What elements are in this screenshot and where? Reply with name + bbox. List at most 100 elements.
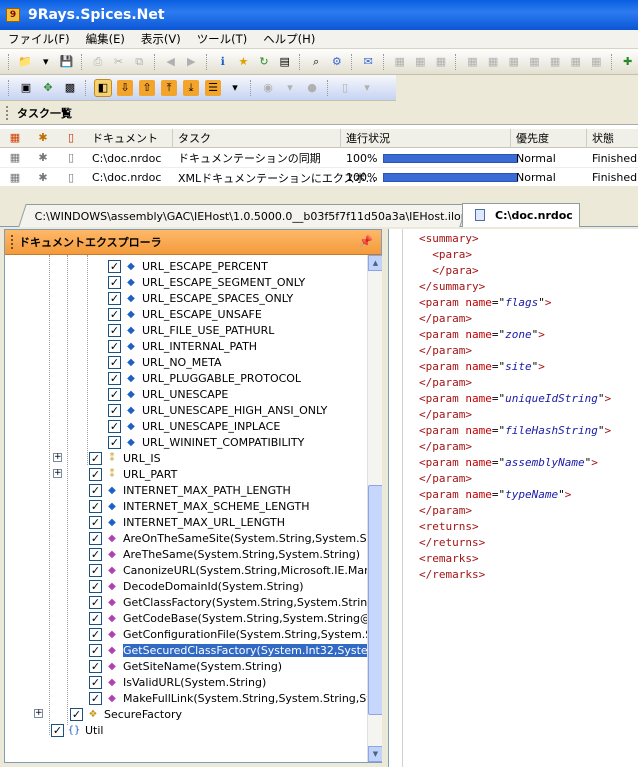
task-icon-header-2[interactable]: ✱ xyxy=(36,131,50,145)
tree-node[interactable]: ✓ ◆ URL_NO_META xyxy=(82,354,222,370)
refresh-icon[interactable]: ↻ xyxy=(257,54,272,70)
checkbox[interactable]: ✓ xyxy=(108,403,121,417)
checkbox[interactable]: ✓ xyxy=(108,339,121,353)
checkbox[interactable]: ✓ xyxy=(89,515,102,529)
tree-node[interactable]: ✓ ◆ URL_ESCAPE_PERCENT xyxy=(82,258,268,274)
tree-node[interactable]: + ✓ ⁑ URL_PART xyxy=(53,466,177,482)
tool-icon-8[interactable]: ▦ xyxy=(548,54,563,70)
info-icon[interactable]: ℹ xyxy=(215,54,230,70)
checkbox[interactable]: ✓ xyxy=(89,547,102,561)
task-row[interactable]: ▦ ✱ ▯ C:\doc.nrdoc ドキュメンテーションの同期 100% No… xyxy=(0,149,638,168)
code-line[interactable]: <param name="site"> xyxy=(419,359,611,375)
tree-node[interactable]: ✓ ◆ MakeFullLink(System.String,System.Stri… xyxy=(63,690,367,706)
stop-icon[interactable]: ● xyxy=(304,80,320,96)
checkbox[interactable]: ✓ xyxy=(89,531,102,545)
checkbox[interactable]: ✓ xyxy=(108,275,121,289)
checkbox[interactable]: ✓ xyxy=(108,435,121,449)
checkbox[interactable]: ✓ xyxy=(89,451,102,465)
checkbox[interactable]: ✓ xyxy=(108,371,121,385)
scroll-up-icon[interactable]: ▲ xyxy=(368,255,383,271)
code-line[interactable]: <param name="fileHashString"> xyxy=(419,423,611,439)
expand-icon[interactable]: + xyxy=(53,453,62,462)
globe-icon[interactable]: ◉ xyxy=(260,80,276,96)
mail-icon[interactable]: ✉ xyxy=(361,54,376,70)
checkbox[interactable]: ✓ xyxy=(108,307,121,321)
tree-node[interactable]: ✓ ◆ INTERNET_MAX_URL_LENGTH xyxy=(63,514,285,530)
arrow-top-icon[interactable]: ⤒ xyxy=(161,79,177,96)
tree-node[interactable]: ✓ ◆ URL_PLUGGABLE_PROTOCOL xyxy=(82,370,301,386)
view-mode-icon[interactable]: ◧ xyxy=(94,78,112,97)
tree-node[interactable]: ✓ ◆ INTERNET_MAX_PATH_LENGTH xyxy=(63,482,291,498)
tree-node[interactable]: ✓ ◆ URL_FILE_USE_PATHURL xyxy=(82,322,274,338)
code-line[interactable]: <param name="uniqueIdString"> xyxy=(419,391,611,407)
menu-tools[interactable]: ツール(T) xyxy=(197,31,248,47)
layout-icon[interactable]: ▣ xyxy=(18,80,34,96)
tree-node[interactable]: ✓ ◆ AreTheSame(System.String,System.String… xyxy=(63,546,360,562)
code-line[interactable]: <param name="assemblyName"> xyxy=(419,455,611,471)
toolbar-grip[interactable] xyxy=(8,79,11,96)
code-line[interactable]: <param name="flags"> xyxy=(419,295,611,311)
code-line[interactable]: </param> xyxy=(419,311,611,327)
tree-node[interactable]: + ✓ ❖ SecureFactory xyxy=(34,706,182,722)
checkbox[interactable]: ✓ xyxy=(89,579,102,593)
tree-node[interactable]: ✓ ◆ GetCodeBase(System.String,System.Strin… xyxy=(63,610,367,626)
tree-node[interactable]: ✓ ◆ URL_UNESCAPE xyxy=(82,386,228,402)
tree-node[interactable]: ✓ ◆ URL_ESCAPE_SPACES_ONLY xyxy=(82,290,293,306)
pin-icon[interactable]: 📌 xyxy=(359,235,373,248)
checkbox[interactable]: ✓ xyxy=(108,291,121,305)
code-line[interactable]: </remarks> xyxy=(419,567,611,583)
document-icon[interactable]: ▤ xyxy=(277,54,292,70)
task-icon-header-3[interactable]: ▯ xyxy=(64,131,78,145)
checkbox[interactable]: ✓ xyxy=(89,563,102,577)
tool-icon-7[interactable]: ▦ xyxy=(527,54,542,70)
code-line[interactable]: <para> xyxy=(419,247,611,263)
page-dropdown-icon[interactable]: ▾ xyxy=(359,80,375,96)
tool-icon-1[interactable]: ▦ xyxy=(392,54,407,70)
panel-grip[interactable] xyxy=(11,235,14,249)
task-icon-header-1[interactable]: ▦ xyxy=(8,131,22,145)
tree-node[interactable]: ✓ ◆ URL_ESCAPE_UNSAFE xyxy=(82,306,262,322)
title-bar[interactable]: 9 9Rays.Spices.Net xyxy=(0,0,638,30)
tree-node[interactable]: ✓ ◆ URL_UNESCAPE_INPLACE xyxy=(82,418,280,434)
tool-icon-6[interactable]: ▦ xyxy=(506,54,521,70)
scroll-thumb[interactable] xyxy=(368,485,383,715)
code-line[interactable]: </param> xyxy=(419,407,611,423)
page-icon[interactable]: ▯ xyxy=(337,80,353,96)
column-priority[interactable]: 優先度 xyxy=(516,130,549,146)
checkbox[interactable]: ✓ xyxy=(108,259,121,273)
tree-node[interactable]: ✓ ◆ URL_WININET_COMPATIBILITY xyxy=(82,434,304,450)
tree-node[interactable]: ✓ ◆ GetSecuredClassFactory(System.Int32,Sy… xyxy=(63,642,367,658)
column-progress[interactable]: 進行状況 xyxy=(346,130,390,146)
checkbox[interactable]: ✓ xyxy=(89,595,102,609)
new-project-icon[interactable]: 📁 xyxy=(18,54,33,70)
menu-help[interactable]: ヘルプ(H) xyxy=(263,31,315,47)
code-line[interactable]: </param> xyxy=(419,471,611,487)
tool-icon-3[interactable]: ▦ xyxy=(434,54,449,70)
tool-icon-5[interactable]: ▦ xyxy=(486,54,501,70)
checkbox[interactable]: ✓ xyxy=(89,643,102,657)
code-line[interactable]: <remarks> xyxy=(419,551,611,567)
tool-icon-4[interactable]: ▦ xyxy=(465,54,480,70)
tree-node[interactable]: ✓ ◆ URL_INTERNAL_PATH xyxy=(82,338,257,354)
tool-icon-2[interactable]: ▦ xyxy=(413,54,428,70)
tab-doc[interactable]: C:\doc.nrdoc xyxy=(462,203,580,227)
binoculars-icon[interactable]: ⌕ xyxy=(309,54,324,70)
save-icon[interactable]: 💾 xyxy=(59,54,74,70)
column-status[interactable]: 状態 xyxy=(592,130,614,146)
checkbox[interactable]: ✓ xyxy=(89,659,102,673)
menu-edit[interactable]: 編集(E) xyxy=(86,31,125,47)
tool-icon-10[interactable]: ▦ xyxy=(589,54,604,70)
checkbox[interactable]: ✓ xyxy=(89,499,102,513)
gear-icon[interactable]: ⚙ xyxy=(329,54,344,70)
arrow-up-icon[interactable]: ⇧ xyxy=(139,79,155,96)
arrow-bottom-icon[interactable]: ⤓ xyxy=(183,79,199,96)
menu-view[interactable]: 表示(V) xyxy=(141,31,181,47)
code-line[interactable]: <param name="typeName"> xyxy=(419,487,611,503)
explorer-scrollbar[interactable]: ▲ ▼ xyxy=(367,255,383,762)
menu-file[interactable]: ファイル(F) xyxy=(8,31,70,47)
code-line[interactable]: </summary> xyxy=(419,279,611,295)
code-line[interactable]: </param> xyxy=(419,343,611,359)
tab-project[interactable]: C:\WINDOWS\assembly\GAC\IEHost\1.0.5000.… xyxy=(18,204,468,227)
checkbox[interactable]: ✓ xyxy=(89,467,102,481)
copy-icon[interactable]: ⧉ xyxy=(132,54,147,70)
